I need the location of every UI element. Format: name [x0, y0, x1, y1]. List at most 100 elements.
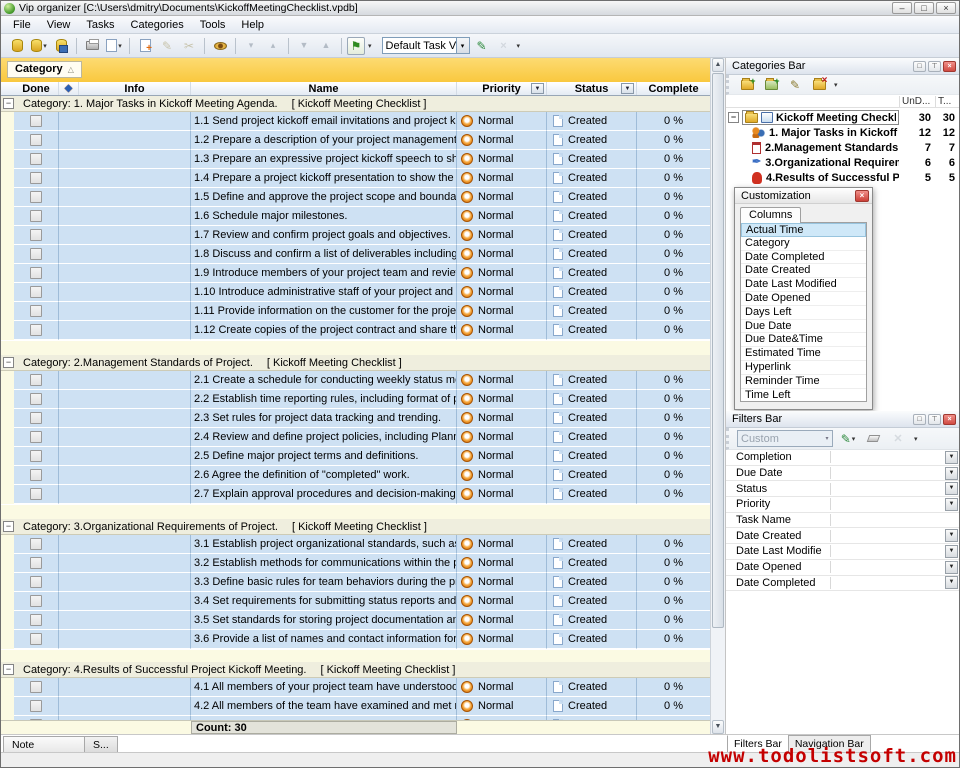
group-header-row[interactable]: Category: 1. Major Tasks in Kickoff Meet…	[1, 96, 710, 112]
task-row[interactable]: 1.5 Define and approve the project scope…	[1, 188, 710, 207]
move-bottom-button[interactable]: ▼	[294, 36, 314, 56]
delete-task-button[interactable]: ✂	[179, 36, 199, 56]
task-row[interactable]: 3.4 Set requirements for submitting stat…	[1, 592, 710, 611]
column-option[interactable]: Date Opened	[741, 292, 866, 306]
column-option[interactable]: Estimated Time	[741, 347, 866, 361]
task-row[interactable]: 1.4 Prepare a project kickoff presentati…	[1, 169, 710, 188]
filter-value-field[interactable]	[831, 544, 945, 559]
menu-categories[interactable]: Categories	[123, 17, 192, 33]
task-checkbox[interactable]	[30, 488, 42, 500]
task-checkbox[interactable]	[30, 134, 42, 146]
task-row[interactable]: 2.5 Define major project terms and defin…	[1, 447, 710, 466]
task-row[interactable]: 2.1 Create a schedule for conducting wee…	[1, 371, 710, 390]
column-header-complete[interactable]: Complete	[637, 82, 710, 95]
task-row[interactable]: 2.2 Establish time reporting rules, incl…	[1, 390, 710, 409]
undone-column-header[interactable]: UnD...	[899, 96, 935, 107]
scroll-up-icon[interactable]: ▲	[712, 58, 724, 72]
filter-dropdown-icon[interactable]: ▼	[945, 467, 958, 480]
task-checkbox[interactable]	[30, 229, 42, 241]
filter-dropdown-icon[interactable]: ▼	[945, 451, 958, 464]
task-checkbox[interactable]	[30, 431, 42, 443]
tab-s[interactable]: S...	[84, 736, 118, 753]
task-row[interactable]: 2.4 Review and define project policies, …	[1, 428, 710, 447]
task-checkbox[interactable]	[30, 248, 42, 260]
task-row[interactable]: 1.9 Introduce members of your project te…	[1, 264, 710, 283]
categories-close-icon[interactable]: ×	[943, 61, 956, 72]
new-database-button[interactable]	[7, 36, 27, 56]
complete-task-button[interactable]	[210, 36, 230, 56]
task-view-combobox[interactable]: Default Task V ▾	[382, 37, 470, 54]
task-row[interactable]: 3.5 Set standards for storing project do…	[1, 611, 710, 630]
task-row[interactable]: 3.6 Provide a list of names and contact …	[1, 630, 710, 649]
task-row[interactable]: 1.11 Provide information on the customer…	[1, 302, 710, 321]
task-checkbox[interactable]	[30, 633, 42, 645]
new-category-button[interactable]	[761, 75, 781, 95]
categories-pin-icon[interactable]: ⊤	[928, 61, 941, 72]
filter-value-field[interactable]	[831, 466, 945, 481]
customization-close-icon[interactable]: ×	[855, 190, 869, 202]
apply-view-button[interactable]: ✎	[472, 36, 492, 56]
filters-restore-icon[interactable]: □	[913, 414, 926, 425]
task-row[interactable]: 1.8 Discuss and confirm a list of delive…	[1, 245, 710, 264]
filter-value-field[interactable]	[831, 528, 945, 543]
task-row[interactable]: 4.1 All members of your project team hav…	[1, 678, 710, 697]
task-row[interactable]: 2.6 Agree the definition of "completed" …	[1, 466, 710, 485]
task-checkbox[interactable]	[30, 614, 42, 626]
category-tree-root[interactable]: Kickoff Meeting Checklist3030	[726, 110, 959, 125]
task-checkbox[interactable]	[30, 153, 42, 165]
tab-note[interactable]: Note	[3, 736, 85, 753]
column-header-priority-flag[interactable]: ◆	[59, 82, 79, 95]
task-checkbox[interactable]	[30, 324, 42, 336]
move-top-button[interactable]: ▲	[316, 36, 336, 56]
menu-help[interactable]: Help	[233, 17, 272, 33]
column-option[interactable]: Days Left	[741, 306, 866, 320]
categories-restore-icon[interactable]: □	[913, 61, 926, 72]
group-header-row[interactable]: Category: 2.Management Standards of Proj…	[1, 355, 710, 371]
filters-close-icon[interactable]: ×	[943, 414, 956, 425]
filter-value-field[interactable]	[831, 481, 945, 496]
maximize-button[interactable]: □	[914, 2, 934, 14]
minimize-button[interactable]: –	[892, 2, 912, 14]
category-tree-item[interactable]: 1. Major Tasks in Kickoff Meet1212	[726, 125, 959, 140]
print-preview-button[interactable]: ▾	[104, 36, 124, 56]
scroll-down-icon[interactable]: ▼	[712, 720, 724, 734]
menu-tasks[interactable]: Tasks	[78, 17, 122, 33]
task-checkbox[interactable]	[30, 172, 42, 184]
filter-value-field[interactable]	[831, 513, 959, 528]
column-option[interactable]: Reminder Time	[741, 375, 866, 389]
category-tree-item[interactable]: ✒3.Organizational Requirements66	[726, 155, 959, 170]
move-down-button[interactable]: ▾	[241, 36, 261, 56]
column-option[interactable]: Due Date	[741, 320, 866, 334]
column-option[interactable]: Hyperlink	[741, 361, 866, 375]
open-database-button[interactable]: ▾	[29, 36, 49, 56]
task-checkbox[interactable]	[30, 267, 42, 279]
new-list-button[interactable]	[737, 75, 757, 95]
filter-dropdown-icon[interactable]: ▼	[945, 498, 958, 511]
combo-arrow-icon[interactable]: ▾	[456, 38, 469, 53]
menu-view[interactable]: View	[39, 17, 79, 33]
task-row[interactable]: 4.2 All members of the team have examine…	[1, 697, 710, 716]
clear-filter-button[interactable]	[863, 429, 883, 449]
task-checkbox[interactable]	[30, 286, 42, 298]
column-header-info[interactable]: Info	[79, 82, 191, 95]
task-checkbox[interactable]	[30, 450, 42, 462]
scrollbar-thumb[interactable]	[712, 73, 724, 628]
task-checkbox[interactable]	[30, 700, 42, 712]
task-row[interactable]: 3.1 Establish project organizational sta…	[1, 535, 710, 554]
delete-category-button[interactable]	[809, 75, 829, 95]
task-row[interactable]: 1.7 Review and confirm project goals and…	[1, 226, 710, 245]
view-mode-button[interactable]: ⚑	[347, 37, 365, 55]
column-header-priority[interactable]: Priority▼	[457, 82, 547, 95]
tab-columns[interactable]: Columns	[740, 207, 801, 223]
task-row[interactable]: 1.2 Prepare a description of your projec…	[1, 131, 710, 150]
menu-file[interactable]: File	[5, 17, 39, 33]
filter-dropdown-icon[interactable]: ▼	[945, 561, 958, 574]
category-tree-item[interactable]: 4.Results of Successful Projec55	[726, 170, 959, 185]
view-mode-dropdown-icon[interactable]: ▾	[368, 42, 372, 50]
task-row[interactable]: 1.6 Schedule major milestones.NormalCrea…	[1, 207, 710, 226]
total-column-header[interactable]: T...	[935, 96, 959, 107]
task-checkbox[interactable]	[30, 469, 42, 481]
collapse-group-icon[interactable]	[3, 664, 14, 675]
edit-task-button[interactable]: ✎	[157, 36, 177, 56]
filter-preset-combobox[interactable]: Custom ▾	[737, 430, 833, 447]
